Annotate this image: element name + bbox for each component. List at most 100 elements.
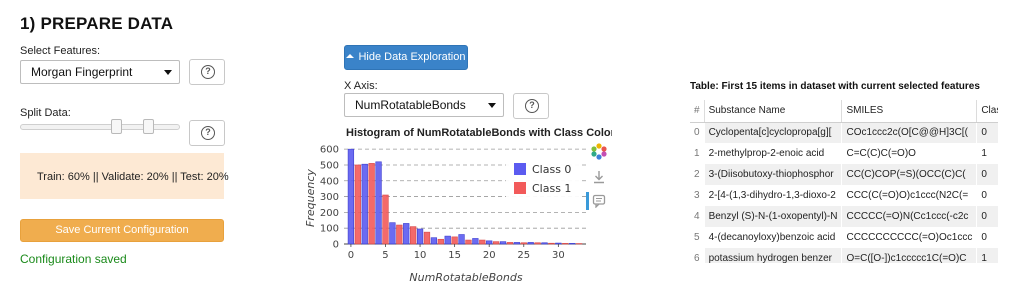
column-header-index[interactable]: # <box>690 100 705 123</box>
x-tick-label: 20 <box>483 250 496 261</box>
class-cell: 1 <box>976 143 998 164</box>
section-title: 1) PREPARE DATA <box>20 14 174 33</box>
x-tick-label: 30 <box>552 250 565 261</box>
x-axis-label: NumRotatableBonds <box>409 271 522 284</box>
xaxis-help-button[interactable]: ? <box>513 93 549 119</box>
save-configuration-button[interactable]: Save Current Configuration <box>20 219 224 242</box>
table-row[interactable]: 4 Benzyl (S)-N-(1-oxopentyl)-N CCCCC(=O)… <box>690 206 998 227</box>
chevron-down-icon <box>164 70 172 75</box>
smiles-cell: CCCCC(=O)N(Cc1ccc(-c2c <box>841 206 978 227</box>
histogram-bar <box>423 231 431 245</box>
histogram-bar <box>375 161 382 245</box>
x-tick-label: 0 <box>348 250 354 261</box>
table-row[interactable]: 0 Cyclopenta[c]cyclopropa[g][ COc1ccc2c(… <box>690 122 998 143</box>
hide-data-exploration-button[interactable]: Hide Data Exploration <box>344 45 468 70</box>
smiles-cell: CC(C)COP(=S)(OCC(C)C( <box>841 164 978 185</box>
scroll-indicator[interactable] <box>586 192 589 210</box>
features-help-button[interactable]: ? <box>189 59 225 85</box>
features-label: Select Features: <box>20 45 101 57</box>
y-tick-label: 100 <box>320 224 339 235</box>
substance-name-cell: 2-methylprop-2-enoic acid <box>704 143 843 164</box>
histogram-bar <box>396 224 403 245</box>
histogram-bar <box>347 148 355 245</box>
smiles-cell: COc1ccc2c(O[C@@H]3C[( <box>841 122 978 143</box>
chevron-down-icon <box>488 103 496 108</box>
histogram-bar <box>562 243 569 245</box>
smiles-cell: O=C([O-])c1ccccc1C(=O)C <box>841 248 978 263</box>
histogram-bar <box>499 241 507 245</box>
histogram-bar <box>389 222 396 245</box>
xaxis-select[interactable]: NumRotatableBonds <box>344 93 504 117</box>
y-tick-label: 0 <box>333 240 339 251</box>
histogram-bar <box>520 242 527 245</box>
row-index: 6 <box>690 248 705 263</box>
question-circle-icon: ? <box>525 99 539 113</box>
smiles-cell: CCC(C(=O)O)c1ccc(N2C(= <box>841 185 978 206</box>
histogram-bar <box>534 242 541 245</box>
plotly-logo-icon[interactable] <box>590 142 608 160</box>
y-tick-label: 600 <box>320 145 339 156</box>
table-row[interactable]: 3 2-[4-(1,3-dihydro-1,3-dioxo-2 CCC(C(=O… <box>690 185 998 206</box>
histogram-bar <box>472 238 479 245</box>
column-header-class[interactable]: Class <box>976 100 998 123</box>
substance-name-cell: 2-[4-(1,3-dihydro-1,3-dioxo-2 <box>704 185 843 206</box>
class-cell: 0 <box>976 227 998 248</box>
features-select[interactable]: Morgan Fingerprint <box>20 60 180 84</box>
legend-label: Class 1 <box>532 182 571 195</box>
legend-swatch <box>514 163 526 175</box>
table-row[interactable]: 5 4-(decanoyloxy)benzoic acid CCCCCCCCCC… <box>690 227 998 248</box>
substance-name-cell: 4-(decanoyloxy)benzoic acid <box>704 227 843 248</box>
histogram-bar <box>451 236 458 245</box>
histogram-bar <box>527 242 534 245</box>
histogram-bar <box>458 234 465 245</box>
histogram-chart: 01002003004005006000 5 10 15 20 25 30 Class 0C… <box>304 145 586 284</box>
histogram-bar <box>437 238 444 245</box>
substance-name-cell: 3-(Diisobutoxy-thiophosphor <box>704 164 843 185</box>
substance-name-cell: potassium hydrogen benzer <box>704 248 843 263</box>
table-header-row: # Substance Name SMILES Class <box>690 100 998 123</box>
histogram-bar <box>569 243 576 245</box>
split-help-button[interactable]: ? <box>189 120 225 146</box>
row-index: 4 <box>690 206 705 227</box>
table-row[interactable]: 6 potassium hydrogen benzer O=C([O-])c1c… <box>690 248 998 263</box>
chart-legend: Class 0 Class 1 <box>506 154 582 202</box>
row-index: 1 <box>690 143 705 164</box>
legend-label: Class 0 <box>532 163 571 176</box>
histogram-bar <box>354 164 361 245</box>
histogram-bar <box>430 237 438 245</box>
column-header-smiles[interactable]: SMILES <box>841 100 978 123</box>
xaxis-label: X Axis: <box>344 80 378 92</box>
question-circle-icon: ? <box>201 126 215 140</box>
smiles-cell: CCCCCCCCCC(=O)Oc1ccc <box>841 227 978 248</box>
row-index: 2 <box>690 164 705 185</box>
class-cell: 0 <box>976 164 998 185</box>
table-caption: Table: First 15 items in dataset with cu… <box>690 81 980 92</box>
x-tick-label: 15 <box>448 250 461 261</box>
histogram-bar <box>416 228 424 245</box>
row-index: 3 <box>690 185 705 206</box>
table-row[interactable]: 1 2-methylprop-2-enoic acid C=C(C)C(=O)O… <box>690 143 998 164</box>
split-slider-handle-train[interactable] <box>111 119 122 134</box>
histogram-bar <box>486 240 493 245</box>
column-header-substance-name[interactable]: Substance Name <box>704 100 843 123</box>
x-tick-label: 10 <box>414 250 427 261</box>
histogram-bar <box>410 226 417 245</box>
download-icon[interactable] <box>592 170 606 184</box>
question-circle-icon: ? <box>201 65 215 79</box>
comment-icon[interactable] <box>592 194 606 208</box>
table-row[interactable]: 2 3-(Diisobutoxy-thiophosphor CC(C)COP(=… <box>690 164 998 185</box>
hide-data-exploration-label: Hide Data Exploration <box>358 51 466 63</box>
legend-swatch <box>514 182 526 194</box>
smiles-cell: C=C(C)C(=O)O <box>841 143 978 164</box>
histogram-bar <box>548 242 555 245</box>
y-tick-label: 500 <box>320 160 339 171</box>
histogram-bar <box>513 242 520 245</box>
x-tick-label: 5 <box>382 250 388 261</box>
split-slider-track[interactable] <box>20 124 180 130</box>
class-cell: 0 <box>976 185 998 206</box>
split-slider-handle-validate[interactable] <box>143 119 154 134</box>
histogram-bar <box>541 242 548 245</box>
x-tick-label: 25 <box>517 250 530 261</box>
y-tick-label: 300 <box>320 192 339 203</box>
dataset-table: # Substance Name SMILES Class 0 Cyclopen… <box>690 100 998 263</box>
